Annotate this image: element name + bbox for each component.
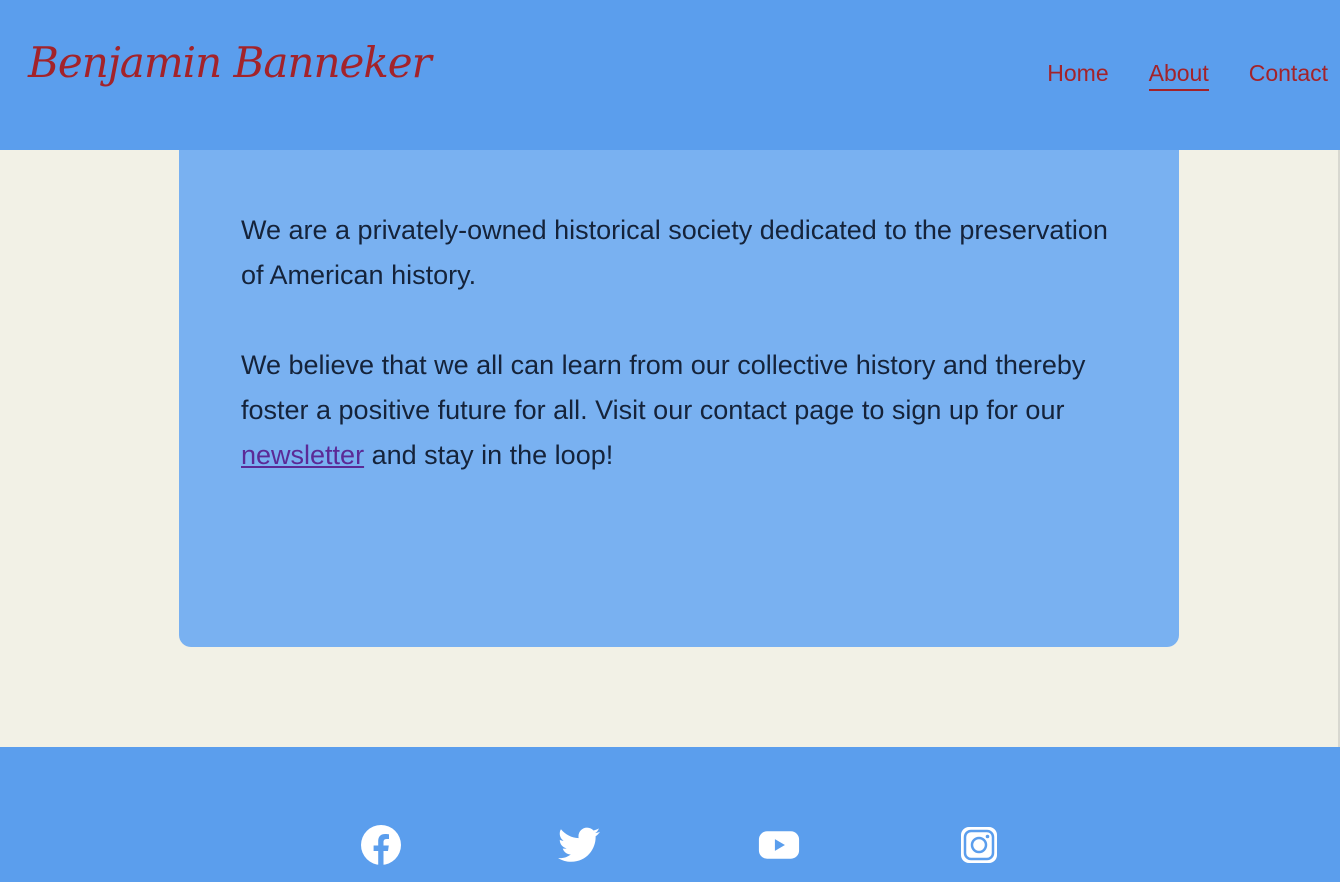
paragraph-2-text-end: and stay in the loop! <box>364 440 614 470</box>
nav-contact[interactable]: Contact <box>1249 60 1328 91</box>
instagram-icon[interactable] <box>958 824 1000 866</box>
main-nav: Home About Contact <box>1047 60 1328 91</box>
nav-about[interactable]: About <box>1148 60 1209 91</box>
facebook-icon[interactable] <box>360 824 402 866</box>
site-footer <box>0 747 1340 882</box>
site-header: Benjamin Banneker Home About Contact <box>0 0 1340 150</box>
newsletter-link[interactable]: newsletter <box>241 440 364 470</box>
about-paragraph-1: We are a privately-owned historical soci… <box>241 215 1108 290</box>
site-logo[interactable]: Benjamin Banneker <box>28 38 432 87</box>
twitter-icon[interactable] <box>558 824 600 866</box>
about-card: We are a privately-owned historical soci… <box>179 150 1179 647</box>
youtube-icon[interactable] <box>758 824 800 866</box>
nav-home[interactable]: Home <box>1047 60 1108 91</box>
paragraph-2-text: We believe that we all can learn from ou… <box>241 350 1086 425</box>
about-paragraph-2: We believe that we all can learn from ou… <box>241 343 1117 478</box>
